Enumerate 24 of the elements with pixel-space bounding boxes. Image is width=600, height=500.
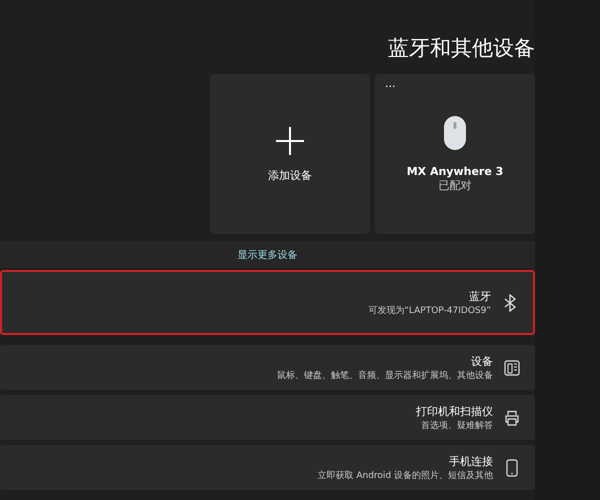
page-title: 蓝牙和其他设备 [388,35,535,62]
add-device-card[interactable]: 添加设备 [210,74,370,234]
mouse-icon [443,115,467,151]
row-subtitle: 可发现为“LAPTOP-47IDOS9” [368,304,491,316]
printer-icon [503,410,521,426]
more-button[interactable]: ... [385,78,396,90]
row-title: 设备 [471,354,493,368]
row-title: 蓝牙 [469,288,491,304]
row-subtitle: 鼠标、键盘、触笔、音频、显示器和扩展坞、其他设备 [277,370,493,382]
settings-row[interactable]: 手机连接 立即获取 Android 设备的照片、短信及其他 [0,445,535,490]
row-subtitle: 首选项、疑难解答 [421,420,493,432]
plus-icon [275,126,305,156]
card-label: 添加设备 [268,168,312,182]
keyboard-speaker-icon [503,360,521,376]
settings-row[interactable]: 打印机和扫描仪 首选项、疑难解答 [0,395,535,440]
device-name: MX Anywhere 3 [406,165,504,178]
settings-row[interactable]: 设备 鼠标、键盘、触笔、音频、显示器和扩展坞、其他设备 [0,345,535,390]
row-title: 手机连接 [449,454,493,468]
show-more-link[interactable]: 显示更多设备 [0,241,535,268]
device-card[interactable]: ... MX Anywhere 3 已配对 [375,74,535,234]
settings-row[interactable]: 蓝牙 可发现为“LAPTOP-47IDOS9” [0,270,535,335]
row-title: 打印机和扫描仪 [416,404,493,418]
row-subtitle: 立即获取 Android 设备的照片、短信及其他 [317,470,493,482]
device-status: 已配对 [438,178,472,193]
